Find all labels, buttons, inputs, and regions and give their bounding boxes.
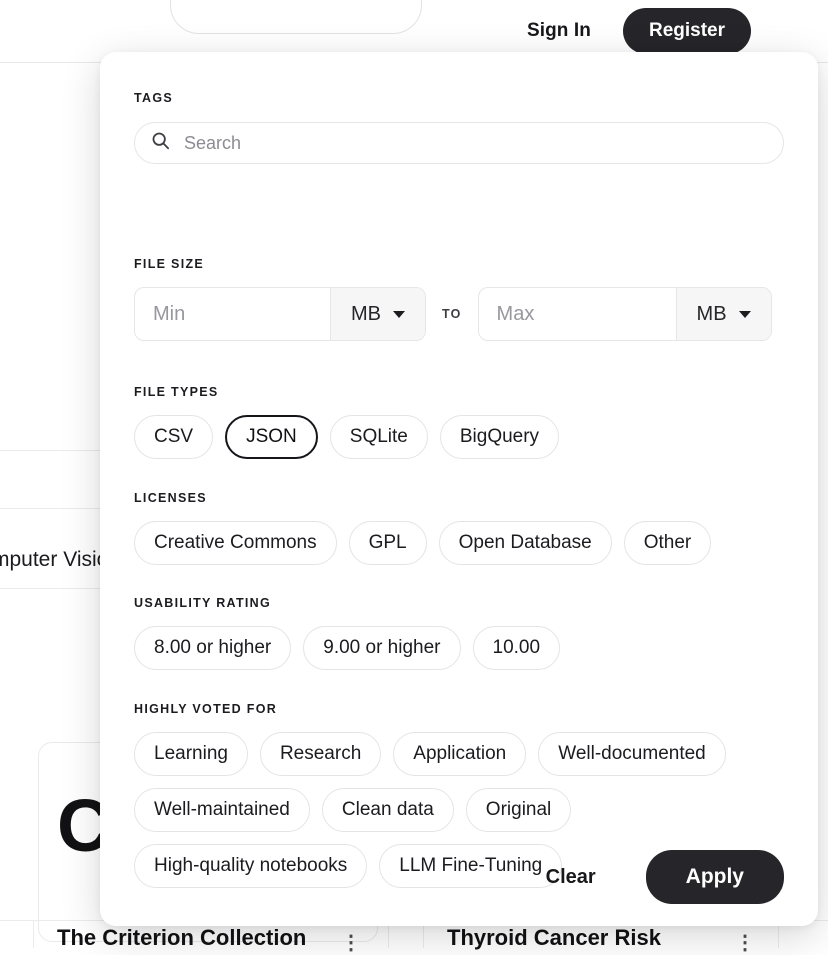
file-size-section: FILE SIZE MB TO MB bbox=[134, 257, 784, 341]
clear-filters-button[interactable]: Clear bbox=[540, 856, 602, 899]
search-icon bbox=[151, 131, 170, 155]
max-size-input[interactable] bbox=[479, 288, 676, 340]
filter-chip[interactable]: Learning bbox=[134, 732, 248, 776]
file-size-section-label: FILE SIZE bbox=[134, 257, 784, 271]
register-button[interactable]: Register bbox=[623, 8, 751, 54]
max-unit-value: MB bbox=[697, 303, 727, 326]
filter-chip[interactable]: Clean data bbox=[322, 788, 454, 832]
filter-popover-footer: Clear Apply bbox=[134, 850, 784, 904]
background-card-title: Thyroid Cancer Risk bbox=[447, 925, 661, 951]
highly-voted-for-section-label: HIGHLY VOTED FOR bbox=[134, 702, 784, 716]
filter-chip[interactable]: BigQuery bbox=[440, 415, 559, 459]
licenses-section-label: LICENSES bbox=[134, 491, 784, 505]
usability-rating-section-label: USABILITY RATING bbox=[134, 596, 784, 610]
size-range-separator-label: TO bbox=[442, 307, 462, 321]
filter-chip[interactable]: Open Database bbox=[439, 521, 612, 565]
usability-rating-section: USABILITY RATING 8.00 or higher 9.00 or h… bbox=[134, 596, 784, 670]
licenses-chip-group: Creative Commons GPL Open Database Other bbox=[134, 521, 784, 565]
file-types-section-label: FILE TYPES bbox=[134, 385, 784, 399]
filter-chip[interactable]: 10.00 bbox=[473, 626, 561, 670]
background-card-title: The Criterion Collection bbox=[57, 925, 306, 951]
filter-chip[interactable]: Application bbox=[393, 732, 526, 776]
filter-chip[interactable]: Other bbox=[624, 521, 712, 565]
max-size-group: MB bbox=[478, 287, 772, 341]
tags-search-field[interactable] bbox=[134, 122, 784, 164]
max-unit-select[interactable]: MB bbox=[676, 288, 771, 340]
chevron-down-icon bbox=[739, 311, 751, 318]
filter-chip[interactable]: 9.00 or higher bbox=[303, 626, 460, 670]
min-unit-value: MB bbox=[351, 303, 381, 326]
kebab-menu-icon[interactable]: ⋮ bbox=[341, 930, 361, 955]
background-cell-divider bbox=[33, 920, 34, 948]
filter-chip[interactable]: GPL bbox=[349, 521, 427, 565]
file-types-chip-group: CSV JSON SQLite BigQuery bbox=[134, 415, 784, 459]
tags-section-label: TAGS bbox=[134, 91, 784, 105]
header-search-pill[interactable] bbox=[170, 0, 422, 34]
usability-rating-chip-group: 8.00 or higher 9.00 or higher 10.00 bbox=[134, 626, 784, 670]
filter-chip[interactable]: JSON bbox=[225, 415, 318, 459]
filter-chip[interactable]: Research bbox=[260, 732, 381, 776]
filter-chip[interactable]: Well-documented bbox=[538, 732, 726, 776]
sign-in-button[interactable]: Sign In bbox=[527, 20, 591, 42]
filter-chip[interactable]: CSV bbox=[134, 415, 213, 459]
filter-chip[interactable]: Well-maintained bbox=[134, 788, 310, 832]
filter-chip[interactable]: 8.00 or higher bbox=[134, 626, 291, 670]
licenses-section: LICENSES Creative Commons GPL Open Databas… bbox=[134, 491, 784, 565]
tags-search-input[interactable] bbox=[182, 132, 767, 155]
filter-chip[interactable]: Original bbox=[466, 788, 571, 832]
apply-filters-button[interactable]: Apply bbox=[646, 850, 784, 904]
kebab-menu-icon[interactable]: ⋮ bbox=[735, 930, 755, 955]
filter-chip[interactable]: Creative Commons bbox=[134, 521, 337, 565]
filter-chip[interactable]: SQLite bbox=[330, 415, 428, 459]
tags-section: TAGS bbox=[134, 91, 784, 164]
min-size-group: MB bbox=[134, 287, 426, 341]
background-tag-text: mputer Visio bbox=[0, 548, 108, 572]
filter-popover: TAGS FILE SIZE MB bbox=[100, 52, 818, 926]
min-unit-select[interactable]: MB bbox=[330, 288, 425, 340]
file-types-section: FILE TYPES CSV JSON SQLite BigQuery bbox=[134, 385, 784, 459]
min-size-input[interactable] bbox=[135, 288, 330, 340]
chevron-down-icon bbox=[393, 311, 405, 318]
file-size-row: MB TO MB bbox=[134, 287, 784, 341]
